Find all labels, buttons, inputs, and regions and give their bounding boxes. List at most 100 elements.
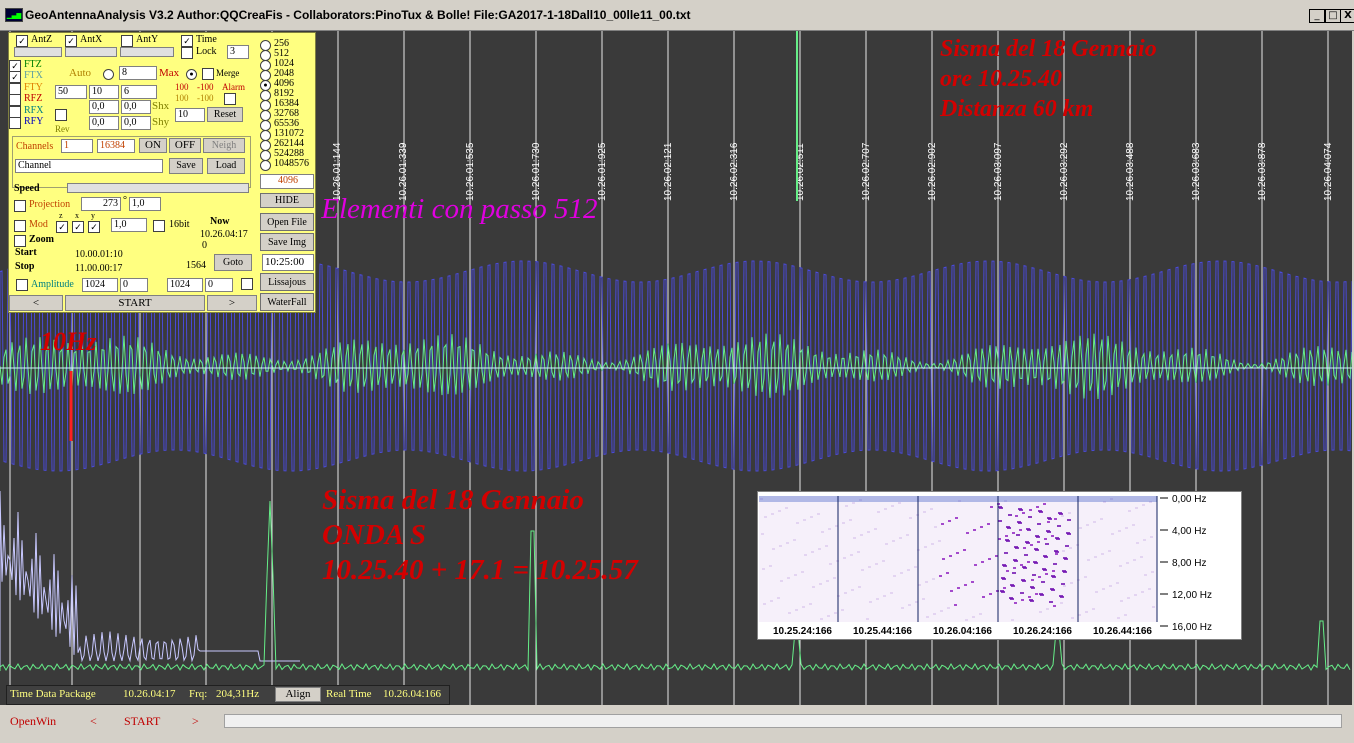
waterfall-hot-279 bbox=[1011, 585, 1015, 587]
max-radio[interactable]: ● bbox=[186, 69, 197, 80]
load-button[interactable]: Load bbox=[207, 158, 245, 174]
channels-input[interactable]: 1 bbox=[61, 139, 93, 153]
reset-button[interactable]: Reset bbox=[207, 107, 243, 122]
maximize-button[interactable]: □ bbox=[1325, 9, 1341, 23]
stop-value: 11.00.00:17 bbox=[75, 263, 123, 274]
mod-value-input[interactable]: 1,0 bbox=[111, 218, 147, 232]
waterfall-cell-72 bbox=[1012, 532, 1015, 534]
bottom-next-button[interactable]: > bbox=[192, 714, 199, 729]
channels-on-button[interactable]: ON bbox=[139, 138, 167, 153]
amplitude-input-3[interactable]: 1024 bbox=[167, 278, 203, 292]
waterfall-cell-74 bbox=[810, 516, 813, 518]
waterfall-cell-132 bbox=[892, 540, 895, 542]
anty-checkbox[interactable] bbox=[121, 35, 133, 47]
waterfall-cell-109 bbox=[1037, 541, 1040, 543]
waterfall-hot-294 bbox=[1006, 540, 1010, 542]
value-50-input[interactable]: 50 bbox=[55, 85, 87, 99]
lock-input[interactable]: 3 bbox=[227, 45, 249, 59]
zoom-checkbox[interactable] bbox=[14, 235, 26, 247]
channels-count-input[interactable]: 16384 bbox=[97, 139, 135, 153]
projection-checkbox[interactable] bbox=[14, 200, 26, 212]
lissajous-button[interactable]: Lissajous bbox=[260, 273, 314, 291]
anty-label: AntY bbox=[136, 34, 159, 45]
antx-checkbox[interactable]: ✓ bbox=[65, 35, 77, 47]
antx-scrollbar[interactable] bbox=[65, 47, 117, 57]
antz-checkbox[interactable]: ✓ bbox=[16, 35, 28, 47]
value-6-input[interactable]: 6 bbox=[121, 85, 157, 99]
lock-checkbox[interactable] bbox=[181, 47, 193, 59]
save-img-button[interactable]: Save Img bbox=[260, 233, 314, 251]
ftx-checkbox[interactable]: ✓ bbox=[9, 71, 21, 83]
mod-x-checkbox[interactable]: ✓ bbox=[72, 221, 84, 233]
waterfall-cell-139 bbox=[779, 545, 782, 547]
mod-checkbox[interactable] bbox=[14, 220, 26, 232]
open-file-button[interactable]: Open File bbox=[260, 213, 314, 231]
shy-input-1[interactable]: 0,0 bbox=[89, 116, 119, 130]
shx-input-2[interactable]: 0,0 bbox=[121, 100, 151, 114]
auto-radio[interactable] bbox=[103, 69, 114, 80]
neigh-button[interactable]: Neigh bbox=[203, 138, 245, 153]
merge-checkbox[interactable] bbox=[202, 68, 214, 80]
mod-y-checkbox[interactable]: ✓ bbox=[88, 221, 100, 233]
amplitude-input-1[interactable]: 1024 bbox=[82, 278, 118, 292]
waterfall-freq-label-0: 0,00 Hz bbox=[1172, 494, 1206, 505]
align-button[interactable]: Align bbox=[275, 687, 321, 702]
time-checkbox[interactable]: ✓ bbox=[181, 35, 193, 47]
zoom-label: Zoom bbox=[29, 234, 54, 245]
rfy-checkbox[interactable] bbox=[9, 117, 21, 129]
fft-size-input[interactable]: 4096 bbox=[260, 174, 314, 189]
shx-input-1[interactable]: 0,0 bbox=[89, 100, 119, 114]
waterfall-cell-159 bbox=[1135, 507, 1138, 509]
amplitude-checkbox-2[interactable] bbox=[241, 278, 253, 290]
save-button[interactable]: Save bbox=[169, 158, 203, 174]
start-button[interactable]: START bbox=[65, 295, 205, 311]
shy-input-2[interactable]: 0,0 bbox=[121, 116, 151, 130]
fft-size-radio-1048576[interactable] bbox=[260, 160, 271, 171]
time-input[interactable]: 10:25:00 bbox=[262, 254, 314, 271]
mod-z-checkbox[interactable]: ✓ bbox=[56, 221, 68, 233]
channel-name-input[interactable]: Channel bbox=[15, 159, 163, 173]
time-tick-label-6: 10.26.02:316 bbox=[729, 142, 740, 201]
bottom-start-button[interactable]: START bbox=[124, 714, 160, 729]
channels-off-button[interactable]: OFF bbox=[169, 138, 201, 153]
hide-button[interactable]: HIDE bbox=[260, 193, 314, 208]
close-button[interactable]: X bbox=[1340, 9, 1354, 23]
alarm-lo: 100 bbox=[175, 93, 189, 103]
16bit-label: 16bit bbox=[169, 219, 190, 230]
antz-scrollbar[interactable] bbox=[14, 47, 62, 57]
alarm-checkbox[interactable] bbox=[224, 93, 236, 105]
waterfall-top-band bbox=[759, 496, 1157, 502]
waterfall-cell-83 bbox=[891, 505, 894, 507]
prev-button[interactable]: < bbox=[9, 295, 63, 311]
waterfall-hot-266 bbox=[1020, 592, 1024, 594]
horizontal-scrollbar[interactable] bbox=[224, 714, 1342, 728]
speed-slider[interactable] bbox=[67, 183, 249, 193]
projection-value-input[interactable]: 1,0 bbox=[129, 197, 161, 211]
goto-button[interactable]: Goto bbox=[214, 254, 252, 271]
openwin-button[interactable]: OpenWin bbox=[10, 714, 56, 729]
waterfall-cell-211 bbox=[1031, 579, 1034, 581]
waterfall-button[interactable]: WaterFall bbox=[260, 293, 314, 311]
waterfall-cell-3 bbox=[1051, 535, 1054, 537]
amplitude-input-4[interactable]: 0 bbox=[205, 278, 233, 292]
16bit-checkbox[interactable] bbox=[153, 220, 165, 232]
rfy-label: RFY bbox=[24, 116, 44, 127]
reset-value-input[interactable]: 10 bbox=[175, 108, 205, 122]
auto-input[interactable]: 8 bbox=[119, 66, 157, 80]
waterfall-cell-148 bbox=[860, 534, 863, 536]
waterfall-cell-181 bbox=[893, 575, 896, 577]
amplitude-input-2[interactable]: 0 bbox=[120, 278, 148, 292]
rfz-checkbox[interactable] bbox=[9, 94, 21, 106]
anty-scrollbar[interactable] bbox=[120, 47, 174, 57]
rev-checkbox[interactable] bbox=[55, 109, 67, 121]
value-10-input[interactable]: 10 bbox=[89, 85, 119, 99]
waterfall-cell-199 bbox=[1055, 553, 1058, 555]
bottom-prev-button[interactable]: < bbox=[90, 714, 97, 729]
minimize-button[interactable]: _ bbox=[1309, 9, 1325, 23]
alarm-lo-neg: -100 bbox=[197, 93, 214, 103]
waterfall-hot-265 bbox=[1053, 563, 1057, 565]
quake-title: Sisma del 18 Gennaio ore 10.25.40 Distan… bbox=[940, 34, 1157, 124]
amplitude-checkbox[interactable] bbox=[16, 279, 28, 291]
next-button[interactable]: > bbox=[207, 295, 257, 311]
projection-input[interactable]: 273 bbox=[81, 197, 121, 211]
